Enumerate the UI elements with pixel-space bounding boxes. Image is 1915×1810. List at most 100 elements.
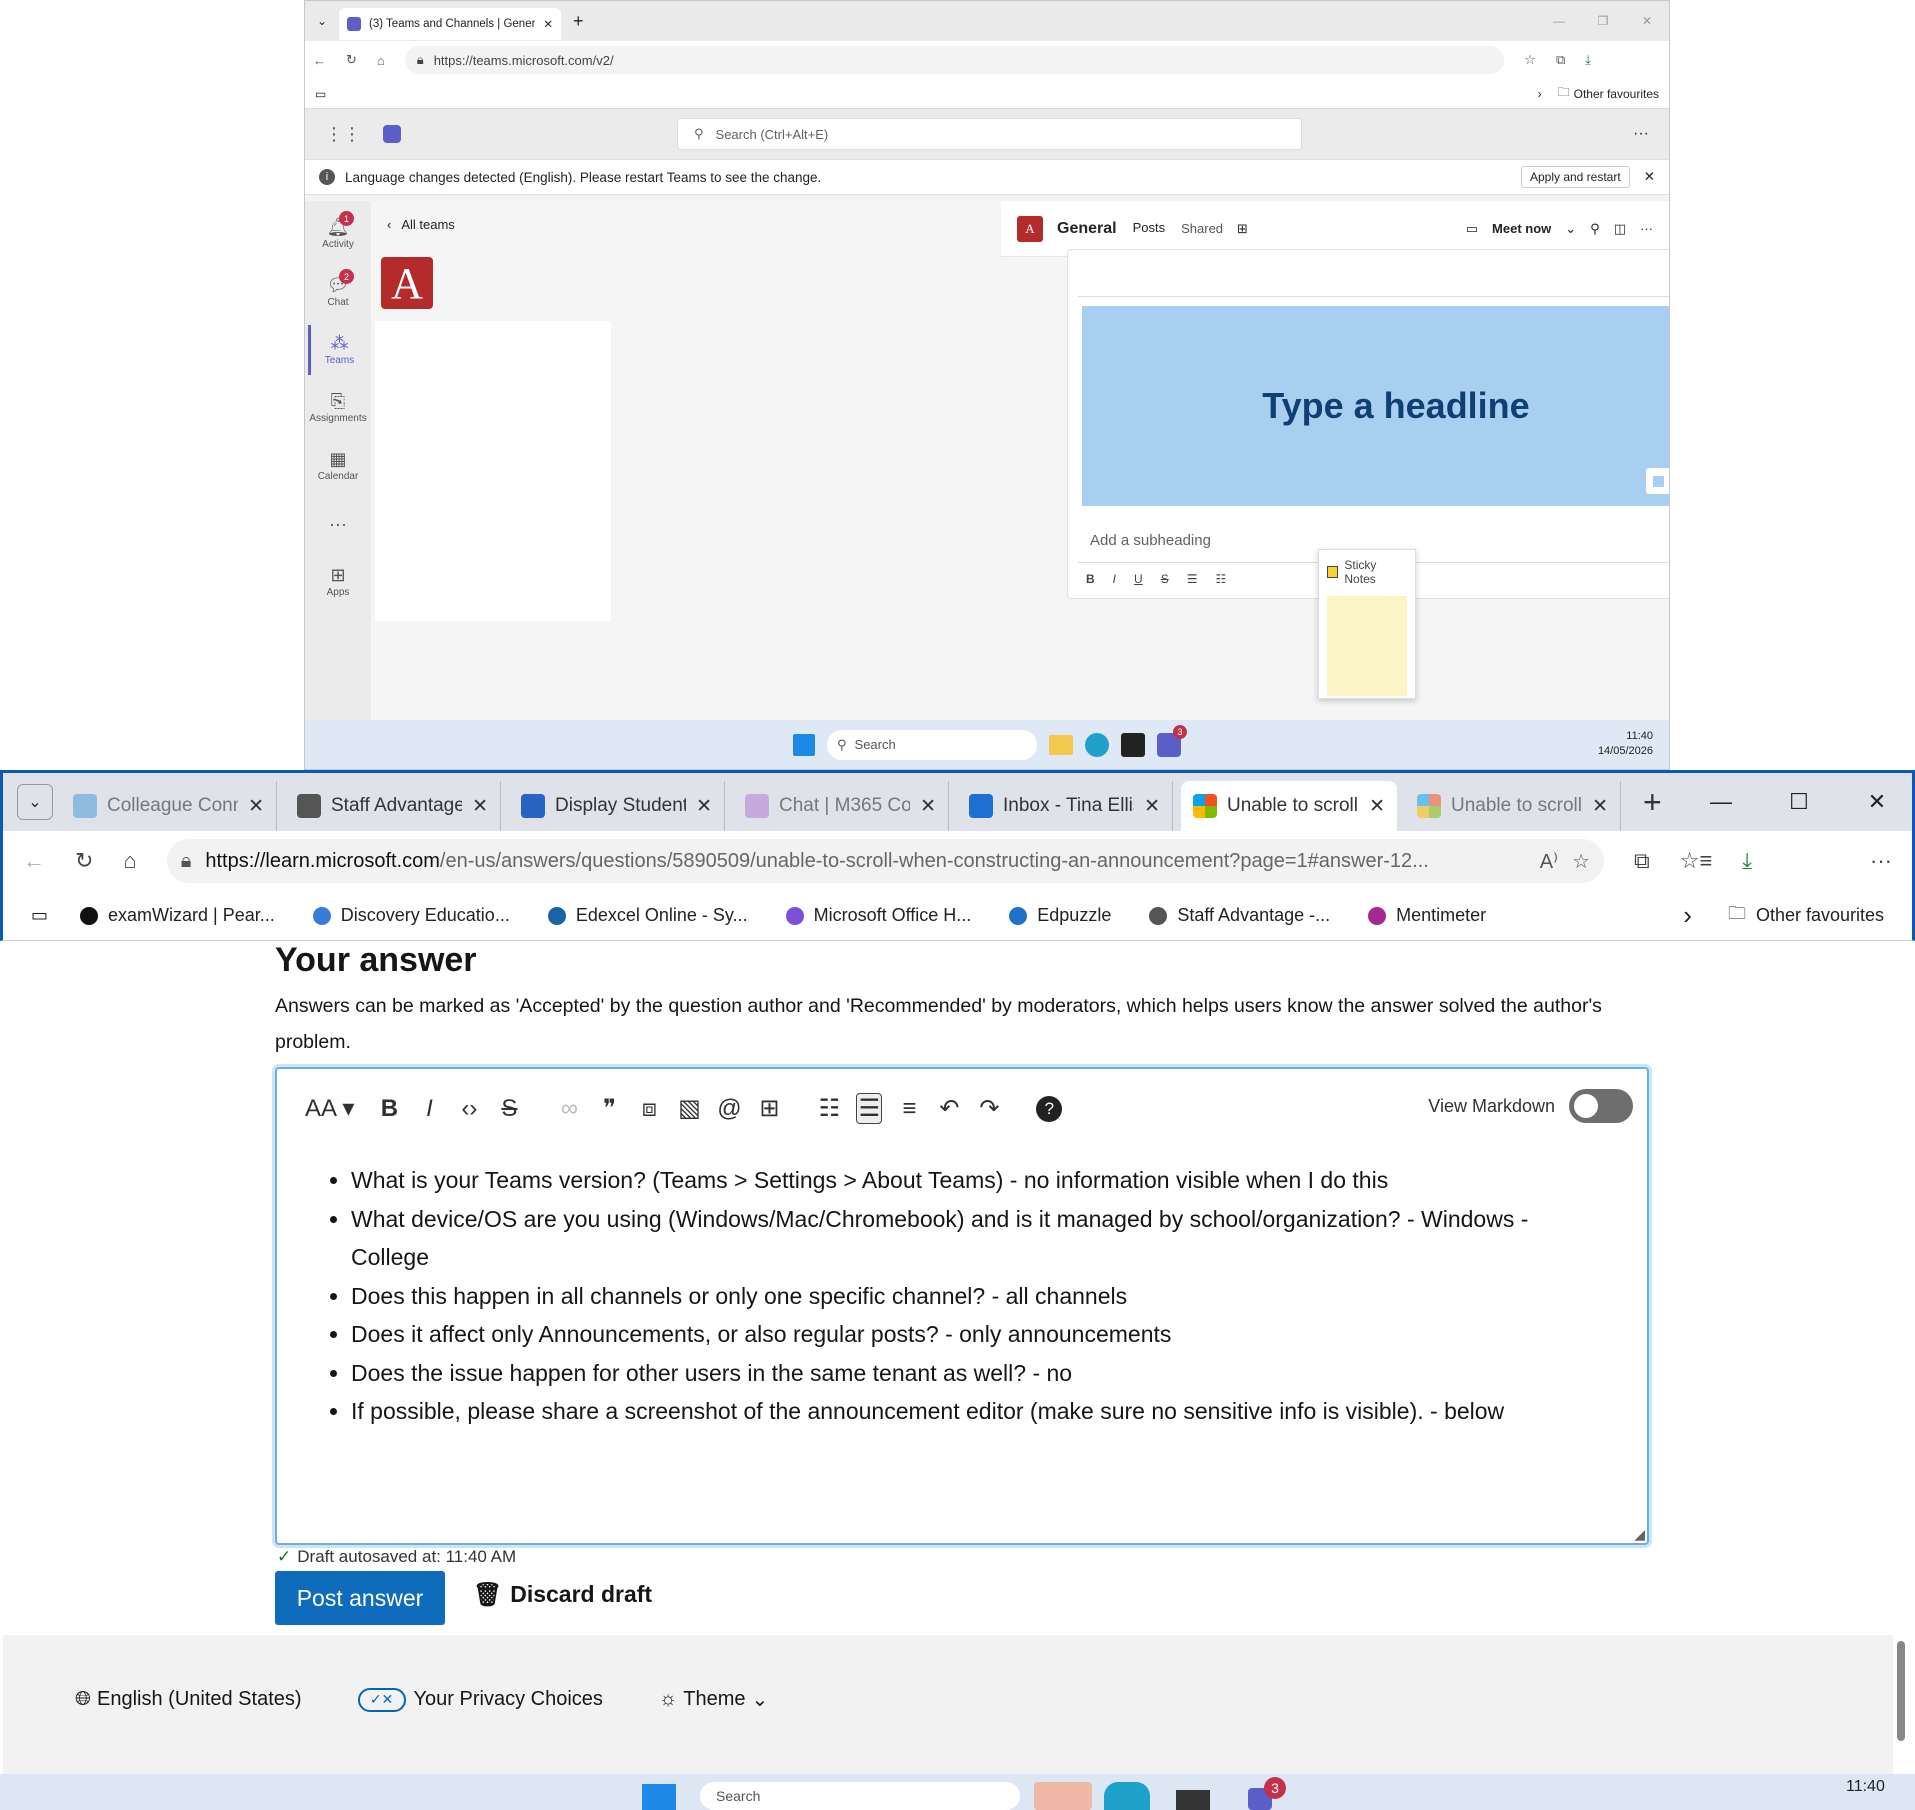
back-icon[interactable]: ← <box>313 53 326 68</box>
favourite-link[interactable]: Edpuzzle <box>1009 905 1111 926</box>
meet-now-button[interactable]: Meet now <box>1492 221 1551 236</box>
tab-shared[interactable]: Shared <box>1181 221 1223 236</box>
theme-selector[interactable]: ☼ Theme ⌄ <box>659 1687 768 1712</box>
background-picker[interactable]: ▣ <box>1646 468 1669 494</box>
inner-other-favourites[interactable]: Other favourites <box>1574 87 1659 101</box>
all-teams-link[interactable]: All teams <box>401 217 454 232</box>
outer-address-bar[interactable]: 🔒︎ https://learn.microsoft.com/en-us/ans… <box>166 839 1604 883</box>
read-aloud-icon[interactable]: A⁾ <box>1540 849 1558 874</box>
extensions-icon[interactable]: ⧉ <box>1556 52 1565 68</box>
file-explorer-icon[interactable] <box>1049 734 1073 755</box>
code-block-icon[interactable]: ⧈ <box>636 1095 662 1123</box>
teams-taskbar-icon[interactable]: 3 <box>1157 724 1187 757</box>
home-icon[interactable]: ⌂ <box>123 848 136 874</box>
favourite-link[interactable]: Microsoft Office H... <box>785 905 971 926</box>
answer-editor[interactable]: AA ▾ B I ‹› S ∞ ❞ ⧈ ▧ @ ⊞ ☷ ☰ ≡ ↶ ↷ ? Vi… <box>275 1067 1649 1545</box>
rail-item-activity[interactable]: 🔔︎ Activity 1 <box>308 209 368 259</box>
sticky-notes-taskbar-icon[interactable] <box>1121 732 1145 757</box>
new-tab-icon[interactable]: + <box>573 11 584 32</box>
favorite-star-icon[interactable]: ☆ <box>1572 849 1590 874</box>
announcement-headline-area[interactable]: Type a headline ▣ <box>1082 306 1669 506</box>
post-answer-button[interactable]: Post answer <box>275 1571 445 1625</box>
settings-more-icon[interactable]: ··· <box>1870 848 1892 874</box>
favourite-link[interactable]: examWizard | Pear... <box>80 905 275 926</box>
profile-avatar[interactable] <box>1782 839 1841 883</box>
banner-close-icon[interactable]: ✕ <box>1644 169 1655 185</box>
favourite-link[interactable]: Staff Advantage -... <box>1149 905 1330 926</box>
channel-more-icon[interactable]: ··· <box>1640 221 1653 236</box>
tab-posts[interactable]: Posts <box>1130 202 1168 255</box>
close-window-icon[interactable]: ✕ <box>1625 14 1669 28</box>
horizontal-rule-icon[interactable]: ≡ <box>896 1095 922 1123</box>
minimize-icon[interactable]: — <box>1537 14 1581 28</box>
close-tab-icon[interactable]: ✕ <box>696 795 712 818</box>
redo-icon[interactable]: ↷ <box>976 1094 1002 1123</box>
favourite-link[interactable]: Discovery Educatio... <box>312 905 510 926</box>
restore-icon[interactable]: ❐ <box>1581 14 1625 28</box>
home-icon[interactable]: ⌂ <box>377 53 385 68</box>
bullets-icon[interactable]: ☰ <box>1187 572 1198 586</box>
favourite-link[interactable]: Edexcel Online - Sy... <box>547 905 748 926</box>
font-size-icon[interactable]: AA ▾ <box>305 1094 354 1123</box>
sticky-notes-popup[interactable]: Sticky Notes <box>1318 549 1416 699</box>
browser-tab[interactable]: Unable to scroll ✕ <box>1405 781 1621 831</box>
collections-icon[interactable]: ▭ <box>315 87 326 101</box>
rail-item-apps[interactable]: ⊞ Apps <box>308 557 368 607</box>
refresh-icon[interactable]: ↻ <box>346 52 357 68</box>
rail-item-assignments[interactable]: ⎘ Assignments <box>308 383 368 433</box>
privacy-choices-link[interactable]: ✓✕ Your Privacy Choices <box>357 1687 603 1712</box>
browser-tab[interactable]: Unable to scroll ✕ <box>1181 781 1397 831</box>
strike-icon[interactable]: S <box>1161 572 1169 586</box>
close-tab-icon[interactable]: ✕ <box>472 795 488 818</box>
channel-info-icon[interactable]: ◫ <box>1614 221 1626 237</box>
refresh-icon[interactable]: ↻ <box>75 848 93 874</box>
browser-tab[interactable]: Chat | M365 Cop ✕ <box>733 781 949 831</box>
app-launcher-icon[interactable]: ⋮⋮ <box>325 124 361 145</box>
minimize-icon[interactable]: — <box>1686 789 1756 815</box>
rail-item-more[interactable]: ··· <box>308 499 368 549</box>
favourites-chevron-icon[interactable]: › <box>1538 87 1542 101</box>
apply-restart-button[interactable]: Apply and restart <box>1520 166 1630 188</box>
numbered-icon[interactable]: ☷ <box>1215 572 1226 586</box>
rail-item-calendar[interactable]: ▦ Calendar <box>308 441 368 491</box>
italic-icon[interactable]: I <box>416 1095 442 1123</box>
close-tab-icon[interactable]: ✕ <box>248 795 264 818</box>
other-favourites-folder[interactable]: 🗀 Other favourites <box>1728 901 1884 931</box>
underline-icon[interactable]: U <box>1134 572 1143 586</box>
maximize-icon[interactable]: ☐ <box>1764 789 1834 815</box>
browser-tab[interactable]: Staff Advantage ✕ <box>285 781 501 831</box>
code-icon[interactable]: ‹› <box>456 1095 482 1123</box>
image-icon[interactable]: ▧ <box>676 1094 702 1123</box>
undo-icon[interactable]: ↶ <box>936 1094 962 1123</box>
edge-icon[interactable] <box>1085 732 1109 757</box>
attachment-icon[interactable]: @ <box>716 1095 742 1123</box>
strikethrough-icon[interactable]: S <box>496 1095 522 1123</box>
sticky-notes-taskbar-icon[interactable] <box>1176 1790 1210 1810</box>
table-icon[interactable]: ⊞ <box>756 1094 782 1123</box>
close-tab-icon[interactable]: ✕ <box>920 795 936 818</box>
numbered-list-icon[interactable]: ☷ <box>816 1094 842 1123</box>
edge-icon[interactable] <box>1104 1782 1150 1810</box>
new-tab-icon[interactable]: + <box>1643 784 1662 821</box>
favourite-link[interactable]: Mentimeter <box>1368 905 1486 926</box>
close-window-icon[interactable]: ✕ <box>1842 789 1912 815</box>
favourites-icon[interactable]: ☆≡ <box>1680 848 1713 874</box>
browser-tab[interactable]: Colleague Conne ✕ <box>61 781 277 831</box>
bold-icon[interactable]: B <box>1086 572 1095 586</box>
page-scrollbar[interactable] <box>1897 941 1907 1774</box>
taskbar-search[interactable]: ⚲ Search <box>827 729 1037 760</box>
start-icon[interactable] <box>642 1784 676 1810</box>
favourites-chevron-icon[interactable]: › <box>1683 900 1692 931</box>
favorites-star-icon[interactable]: ☆ <box>1524 52 1536 68</box>
meet-dropdown-icon[interactable]: ⌄ <box>1565 221 1576 237</box>
bold-icon[interactable]: B <box>376 1095 402 1123</box>
collections-icon[interactable]: ▭ <box>31 905 48 926</box>
teams-more-icon[interactable]: ··· <box>1633 125 1649 143</box>
close-tab-icon[interactable]: ✕ <box>1592 795 1608 818</box>
file-explorer-icon[interactable] <box>1034 1782 1092 1810</box>
close-tab-icon[interactable]: ✕ <box>1144 795 1160 818</box>
rail-item-chat[interactable]: 💬︎ Chat 2 <box>308 267 368 317</box>
quote-icon[interactable]: ❞ <box>596 1094 622 1123</box>
inner-address-bar[interactable]: 🔒︎ https://teams.microsoft.com/v2/ <box>404 46 1505 74</box>
language-selector[interactable]: 🌐︎ English (United States) <box>75 1688 302 1711</box>
